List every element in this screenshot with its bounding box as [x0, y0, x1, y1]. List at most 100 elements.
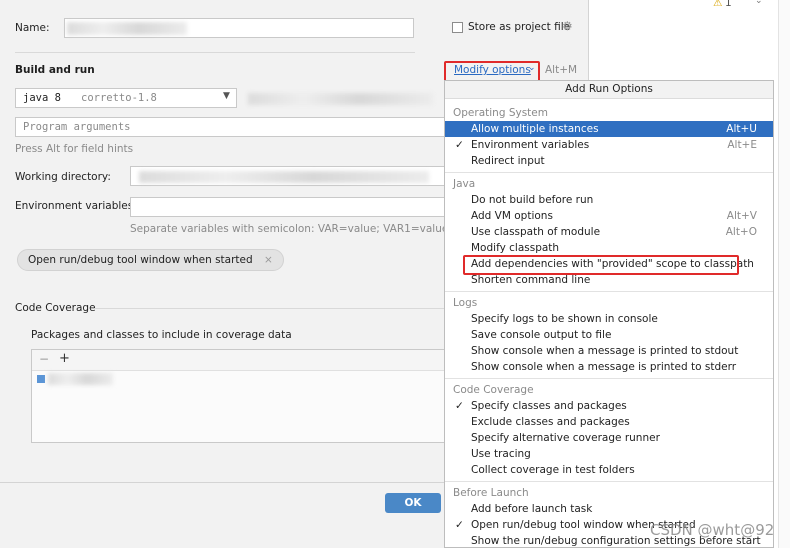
chevron-down-icon[interactable]: ⌄ — [528, 63, 536, 73]
popup-menu-item-label: Specify logs to be shown in console — [471, 313, 658, 325]
ok-button[interactable]: OK — [385, 493, 441, 513]
code-coverage-heading: Code Coverage — [15, 302, 96, 314]
popup-menu-item-label: Specify alternative coverage runner — [471, 432, 660, 444]
popup-menu-item-label: Show console when a message is printed t… — [471, 345, 739, 357]
coverage-packages-label: Packages and classes to include in cover… — [31, 329, 292, 341]
divider — [15, 52, 415, 53]
chevron-down-icon[interactable]: ⌄ — [755, 0, 763, 6]
popup-group-header: Code Coverage — [453, 384, 534, 396]
popup-menu-item-label: Collect coverage in test folders — [471, 464, 635, 476]
working-directory-label: Working directory: — [15, 171, 111, 183]
popup-title: Add Run Options — [445, 81, 773, 99]
popup-menu-item-label: Do not build before run — [471, 194, 594, 206]
chevron-up-icon[interactable]: ⌃ — [739, 0, 747, 6]
popup-menu-item-label: Use classpath of module — [471, 226, 601, 238]
field-hints-text: Press Alt for field hints — [15, 143, 134, 155]
editor-pane: ⚠ 1 ⌃ ⌄ — [589, 0, 790, 16]
package-icon — [37, 375, 45, 383]
store-as-project-label: Store as project file — [468, 21, 571, 33]
popup-menu-item-label: Add before launch task — [471, 503, 593, 515]
popup-menu-item[interactable]: Do not build before run — [445, 192, 773, 208]
warning-icon[interactable]: ⚠ — [713, 0, 722, 9]
store-as-project-checkbox[interactable] — [452, 22, 463, 33]
popup-menu-item-label: Exclude classes and packages — [471, 416, 630, 428]
working-directory-field[interactable] — [130, 166, 445, 186]
provided-scope-highlight — [463, 255, 739, 275]
popup-menu-item[interactable]: Save console output to file — [445, 327, 773, 343]
modify-options-shortcut: Alt+M — [545, 64, 578, 76]
jdk-name: corretto-1.8 — [81, 92, 157, 104]
add-icon[interactable]: + — [59, 351, 70, 366]
popup-menu-item[interactable]: Specify alternative coverage runner — [445, 430, 773, 446]
checkmark-icon: ✓ — [455, 139, 464, 151]
popup-menu-item-shortcut: Alt+V — [726, 210, 757, 222]
close-icon[interactable]: × — [264, 254, 273, 266]
checkmark-icon: ✓ — [455, 400, 464, 412]
modify-options-link[interactable]: Modify options — [454, 64, 531, 76]
popup-menu-item[interactable]: Add before launch task — [445, 501, 773, 517]
popup-menu-item[interactable]: ✓ Specify classes and packages — [445, 398, 773, 414]
popup-menu-item-label: Redirect input — [471, 155, 545, 167]
dropdown-arrow-icon: ▼ — [223, 91, 230, 101]
editor-scrollbar[interactable] — [778, 0, 790, 548]
popup-menu-item[interactable]: Specify logs to be shown in console — [445, 311, 773, 327]
environment-variables-field[interactable] — [130, 197, 445, 217]
popup-menu-item-shortcut: Alt+E — [727, 139, 757, 151]
environment-variables-label: Environment variables: — [15, 200, 137, 212]
name-field[interactable] — [64, 18, 414, 38]
popup-menu-item-label: Show console when a message is printed t… — [471, 361, 737, 373]
warning-count: 1 — [725, 0, 732, 9]
popup-menu-item[interactable]: Redirect input — [445, 153, 773, 169]
open-tool-window-label: Open run/debug tool window when started — [28, 254, 253, 266]
popup-menu-item-label: Specify classes and packages — [471, 400, 627, 412]
popup-menu-item-label: Use tracing — [471, 448, 531, 460]
coverage-list-toolbar: − + — [32, 350, 444, 371]
build-and-run-heading: Build and run — [15, 64, 95, 76]
popup-group-header: Java — [453, 178, 476, 190]
popup-group-separator — [445, 291, 773, 292]
popup-menu-item[interactable]: Add VM options Alt+V — [445, 208, 773, 224]
popup-menu-item[interactable]: ✓ Environment variables Alt+E — [445, 137, 773, 153]
jdk-version: java 8 — [23, 92, 61, 104]
remove-icon[interactable]: − — [39, 352, 49, 366]
divider — [94, 308, 444, 309]
package-entry-redacted[interactable] — [48, 373, 113, 385]
program-arguments-placeholder: Program arguments — [23, 121, 131, 133]
popup-menu-item[interactable]: Allow multiple instances Alt+U — [445, 121, 773, 137]
popup-menu-item-label: Add VM options — [471, 210, 553, 222]
popup-menu-item[interactable]: Use tracing — [445, 446, 773, 462]
popup-group-header: Logs — [453, 297, 478, 309]
popup-menu-item-label: Save console output to file — [471, 329, 612, 341]
popup-menu-item[interactable]: Collect coverage in test folders — [445, 462, 773, 478]
popup-group-separator — [445, 172, 773, 173]
popup-menu-item-label: Shorten command line — [471, 274, 591, 286]
coverage-packages-list[interactable]: − + — [31, 349, 445, 443]
gear-icon[interactable]: ⚙ — [562, 19, 573, 33]
popup-menu-item-label: Allow multiple instances — [471, 123, 599, 135]
program-arguments-field[interactable]: Program arguments — [15, 117, 445, 137]
name-label: Name: — [15, 22, 50, 34]
module-classpath-redacted — [248, 93, 433, 105]
popup-menu-item[interactable]: Use classpath of module Alt+O — [445, 224, 773, 240]
popup-menu-item-label: Modify classpath — [471, 242, 560, 254]
checkmark-icon: ✓ — [455, 519, 464, 531]
popup-group-header: Operating System — [453, 107, 548, 119]
add-run-options-popup: Add Run Options Operating System Allow mu… — [444, 80, 774, 548]
popup-menu-item[interactable]: Show console when a message is printed t… — [445, 343, 773, 359]
working-directory-value-redacted — [139, 171, 429, 183]
popup-menu-item[interactable]: Exclude classes and packages — [445, 414, 773, 430]
popup-body: Operating System Allow multiple instances… — [445, 99, 773, 549]
popup-menu-item[interactable]: Modify classpath — [445, 240, 773, 256]
popup-menu-item[interactable]: Show console when a message is printed t… — [445, 359, 773, 375]
popup-group-separator — [445, 481, 773, 482]
watermark: CSDN @wht@92 — [650, 521, 775, 539]
popup-group-header: Before Launch — [453, 487, 529, 499]
name-field-value-redacted — [67, 22, 187, 35]
popup-group-separator — [445, 378, 773, 379]
popup-menu-item-shortcut: Alt+O — [725, 226, 757, 238]
jdk-select[interactable]: java 8 corretto-1.8 ▼ — [15, 88, 237, 108]
open-tool-window-chip[interactable]: Open run/debug tool window when started … — [17, 249, 284, 271]
popup-menu-item-shortcut: Alt+U — [726, 123, 757, 135]
popup-menu-item-label: Environment variables — [471, 139, 590, 151]
environment-variables-hint: Separate variables with semicolon: VAR=v… — [130, 223, 455, 235]
